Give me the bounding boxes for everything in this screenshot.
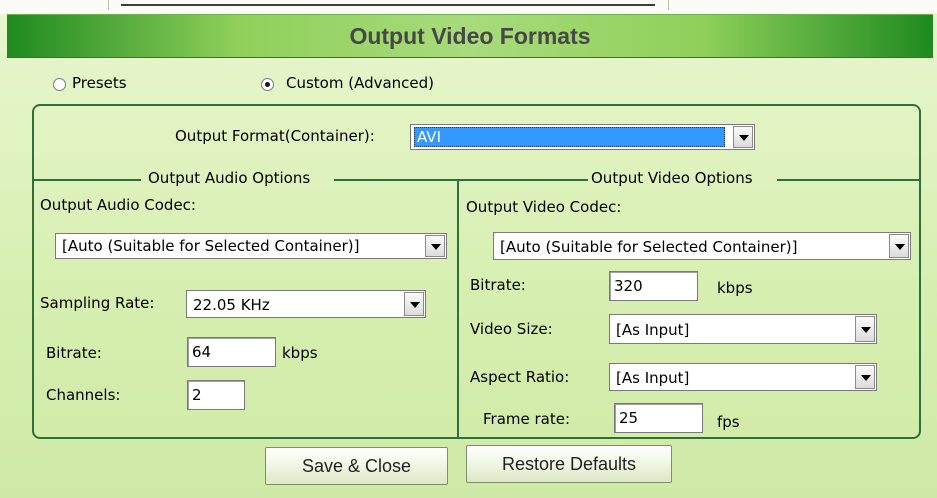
restore-defaults-button[interactable]: Restore Defaults [466,445,672,483]
video-bitrate-label: Bitrate: [470,276,526,294]
sampling-rate-label: Sampling Rate: [40,294,155,312]
aspect-ratio-select[interactable]: [As Input] [609,363,877,391]
audio-bitrate-label: Bitrate: [46,344,102,362]
video-codec-select[interactable]: [Auto (Suitable for Selected Container)] [493,232,911,260]
audio-title-line-left [33,179,141,181]
audio-codec-select[interactable]: [Auto (Suitable for Selected Container)] [55,233,447,259]
dialog-title: Output Video Formats [7,14,933,58]
selection-highlight [414,127,725,147]
output-video-formats-dialog: Output Video Formats Presets Custom (Adv… [0,0,937,498]
chevron-down-icon[interactable] [733,126,753,148]
video-bitrate-input[interactable]: 320 [609,271,698,301]
top-line [121,4,655,6]
save-and-close-button[interactable]: Save & Close [265,447,448,485]
channels-input[interactable]: 2 [187,380,245,410]
output-format-label: Output Format(Container): [175,127,375,145]
sampling-rate-select[interactable]: 22.05 KHz [186,290,426,318]
chevron-down-icon[interactable] [889,234,909,258]
presets-radio[interactable] [53,78,66,91]
aspect-ratio-label: Aspect Ratio: [470,368,570,386]
video-options-title: Output Video Options [591,169,753,187]
window-top-strip [0,0,937,14]
chevron-down-icon[interactable] [404,292,424,316]
custom-advanced-radio[interactable] [261,78,274,91]
presets-label[interactable]: Presets [72,74,127,92]
frame-rate-input[interactable]: 25 [614,403,703,433]
video-bitrate-unit: kbps [717,279,753,297]
audio-title-line-right [334,179,588,181]
video-title-line-right [777,179,920,181]
top-tick-right [668,0,669,10]
audio-options-title: Output Audio Options [148,169,311,187]
column-divider [457,179,459,438]
top-tick-left [108,0,109,10]
audio-codec-label: Output Audio Codec: [40,196,196,214]
sampling-rate-value: 22.05 KHz [193,296,270,314]
chevron-down-icon[interactable] [425,235,445,257]
video-size-select[interactable]: [As Input] [609,314,877,344]
frame-rate-unit: fps [717,413,740,431]
channels-label: Channels: [46,386,121,404]
output-format-select[interactable]: AVI [410,124,755,150]
video-size-label: Video Size: [470,320,553,338]
output-format-value: AVI [417,128,441,146]
audio-codec-value: [Auto (Suitable for Selected Container)] [62,237,360,255]
chevron-down-icon[interactable] [855,316,875,342]
aspect-ratio-value: [As Input] [616,369,690,387]
audio-bitrate-input[interactable]: 64 [187,337,276,367]
video-codec-value: [Auto (Suitable for Selected Container)] [500,238,798,256]
frame-rate-label: Frame rate: [483,410,571,428]
video-codec-label: Output Video Codec: [466,198,622,216]
chevron-down-icon[interactable] [855,365,875,389]
audio-bitrate-unit: kbps [282,344,318,362]
radio-selected-dot [265,82,270,87]
video-size-value: [As Input] [616,321,690,339]
custom-advanced-label[interactable]: Custom (Advanced) [286,74,434,92]
